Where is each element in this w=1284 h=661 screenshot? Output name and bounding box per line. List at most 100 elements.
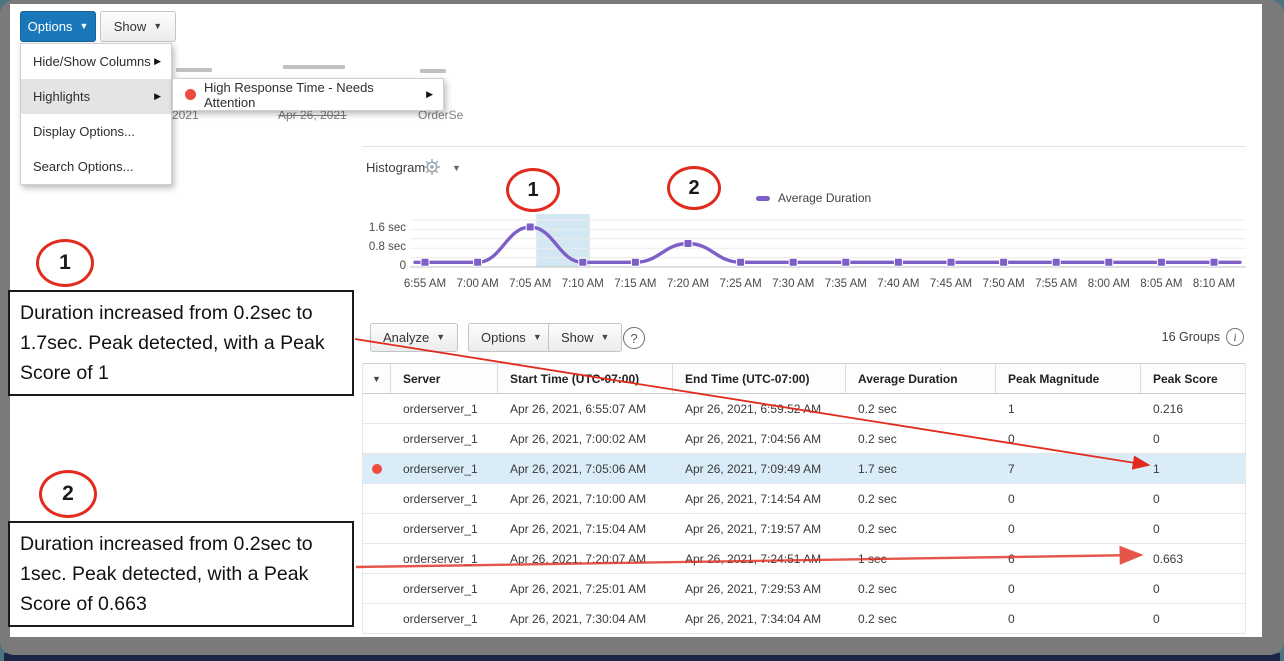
section-divider [362, 146, 1246, 147]
chevron-down-icon: ▼ [533, 333, 542, 342]
table-header: ▼ ServerStart Time (UTC-07:00)End Time (U… [363, 364, 1245, 394]
histogram-dropdown-caret[interactable]: ▼ [452, 163, 461, 173]
peak-score-cell: 0 [1141, 514, 1245, 543]
column-header-peak-magnitude[interactable]: Peak Magnitude [996, 364, 1141, 393]
table-row[interactable]: orderserver_1Apr 26, 2021, 7:25:01 AMApr… [363, 574, 1245, 604]
end-time-cell: Apr 26, 2021, 7:24:51 AM [673, 544, 846, 573]
table-row[interactable]: orderserver_1Apr 26, 2021, 6:55:07 AMApr… [363, 394, 1245, 424]
data-point-marker[interactable] [842, 258, 850, 266]
end-time-cell: Apr 26, 2021, 7:34:04 AM [673, 604, 846, 633]
chevron-down-icon: ▼ [372, 374, 381, 384]
flag-cell [363, 544, 391, 573]
info-icon[interactable]: i [1226, 328, 1244, 346]
menu-item-display-options[interactable]: Display Options... [21, 114, 171, 149]
menu-item-search-options[interactable]: Search Options... [21, 149, 171, 184]
data-point-marker[interactable] [631, 258, 639, 266]
flag-cell [363, 394, 391, 423]
flag-cell [363, 514, 391, 543]
line-chart-plot[interactable] [410, 214, 1246, 272]
data-point-marker[interactable] [947, 258, 955, 266]
legend-series-marker [756, 196, 770, 201]
groups-count-label: 16 Groups [1100, 330, 1220, 344]
background-table-remnant [283, 65, 345, 69]
data-point-marker[interactable] [894, 258, 902, 266]
screenshot-frame: 2021 Apr 26, 2021 OrderServ Options ▼ Sh… [0, 0, 1284, 661]
data-point-marker[interactable] [1052, 258, 1060, 266]
column-header-server[interactable]: Server [391, 364, 498, 393]
data-point-marker[interactable] [789, 258, 797, 266]
analyze-button[interactable]: Analyze ▼ [370, 323, 458, 352]
peak-score-cell: 0 [1141, 574, 1245, 603]
peak-magnitude-cell: 0 [996, 574, 1141, 603]
highlights-submenu-item[interactable]: High Response Time - Needs Attention ▶ [172, 78, 444, 111]
avg-duration-cell: 0.2 sec [846, 604, 996, 633]
peak-magnitude-cell: 0 [996, 424, 1141, 453]
avg-duration-cell: 0.2 sec [846, 394, 996, 423]
table-row[interactable]: orderserver_1Apr 26, 2021, 7:05:06 AMApr… [363, 454, 1245, 484]
data-point-marker[interactable] [684, 240, 692, 248]
highlights-submenu-label: High Response Time - Needs Attention [204, 80, 418, 110]
menu-item-label: Search Options... [33, 159, 133, 174]
end-time-cell: Apr 26, 2021, 6:59:52 AM [673, 394, 846, 423]
data-point-marker[interactable] [1000, 258, 1008, 266]
menu-item-hide-show-columns[interactable]: Hide/Show Columns▶ [21, 44, 171, 79]
column-selector-header[interactable]: ▼ [363, 364, 391, 393]
options-button-top[interactable]: Options ▼ [20, 11, 96, 42]
table-options-button-label: Options [481, 330, 526, 345]
table-row[interactable]: orderserver_1Apr 26, 2021, 7:30:04 AMApr… [363, 604, 1245, 634]
column-header-peak-score[interactable]: Peak Score [1141, 364, 1245, 393]
peak-magnitude-cell: 0 [996, 514, 1141, 543]
high-response-flag-icon [372, 464, 382, 474]
start-time-cell: Apr 26, 2021, 7:10:00 AM [498, 484, 673, 513]
data-point-marker[interactable] [421, 258, 429, 266]
menu-item-highlights[interactable]: Highlights▶ [21, 79, 171, 114]
y-axis-tick-label: 0.8 sec [366, 241, 406, 253]
avg-duration-cell: 0.2 sec [846, 574, 996, 603]
show-button-top[interactable]: Show ▼ [100, 11, 176, 42]
server-cell: orderserver_1 [391, 514, 498, 543]
avg-duration-cell: 0.2 sec [846, 424, 996, 453]
help-icon[interactable]: ? [623, 327, 645, 349]
legend-series-label: Average Duration [778, 191, 871, 205]
column-header-average-duration[interactable]: Average Duration [846, 364, 996, 393]
column-header-start-time-utc-07-00[interactable]: Start Time (UTC-07:00) [498, 364, 673, 393]
server-cell: orderserver_1 [391, 604, 498, 633]
peak-magnitude-cell: 7 [996, 454, 1141, 483]
menu-item-label: Highlights [33, 89, 90, 104]
table-row[interactable]: orderserver_1Apr 26, 2021, 7:00:02 AMApr… [363, 424, 1245, 454]
peak-magnitude-cell: 6 [996, 544, 1141, 573]
callout-box-1: Duration increased from 0.2sec to 1.7sec… [8, 290, 354, 396]
peak-magnitude-cell: 0 [996, 484, 1141, 513]
server-cell: orderserver_1 [391, 394, 498, 423]
start-time-cell: Apr 26, 2021, 7:25:01 AM [498, 574, 673, 603]
start-time-cell: Apr 26, 2021, 7:20:07 AM [498, 544, 673, 573]
table-show-button[interactable]: Show ▼ [548, 323, 622, 352]
column-header-end-time-utc-07-00[interactable]: End Time (UTC-07:00) [673, 364, 846, 393]
flag-cell [363, 604, 391, 633]
data-point-marker[interactable] [526, 223, 534, 231]
table-row[interactable]: orderserver_1Apr 26, 2021, 7:20:07 AMApr… [363, 544, 1245, 574]
peak-score-cell: 0.663 [1141, 544, 1245, 573]
data-point-marker[interactable] [1157, 258, 1165, 266]
peak-score-cell: 1 [1141, 454, 1245, 483]
histogram-chart[interactable]: 1.6 sec0.8 sec06:55 AM7:00 AM7:05 AM7:10… [366, 214, 1246, 306]
data-point-marker[interactable] [1210, 258, 1218, 266]
table-options-button[interactable]: Options ▼ [468, 323, 555, 352]
avg-duration-cell: 1.7 sec [846, 454, 996, 483]
background-table-remnant [176, 68, 212, 72]
data-point-marker[interactable] [1105, 258, 1113, 266]
server-cell: orderserver_1 [391, 454, 498, 483]
table-row[interactable]: orderserver_1Apr 26, 2021, 7:10:00 AMApr… [363, 484, 1245, 514]
groups-table: ▼ ServerStart Time (UTC-07:00)End Time (U… [362, 363, 1246, 634]
end-time-cell: Apr 26, 2021, 7:04:56 AM [673, 424, 846, 453]
peak-score-cell: 0 [1141, 424, 1245, 453]
background-table-remnant [420, 69, 446, 73]
data-point-marker[interactable] [474, 258, 482, 266]
table-row[interactable]: orderserver_1Apr 26, 2021, 7:15:04 AMApr… [363, 514, 1245, 544]
start-time-cell: Apr 26, 2021, 7:05:06 AM [498, 454, 673, 483]
flag-cell [363, 484, 391, 513]
data-point-marker[interactable] [737, 258, 745, 266]
data-point-marker[interactable] [579, 258, 587, 266]
gear-icon[interactable] [423, 158, 441, 176]
peak-magnitude-cell: 1 [996, 394, 1141, 423]
